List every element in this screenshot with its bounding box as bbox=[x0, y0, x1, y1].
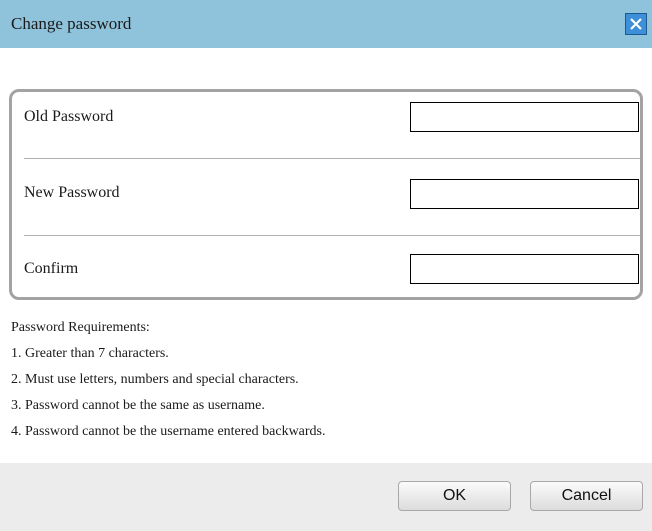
dialog-titlebar: Change password bbox=[0, 0, 652, 48]
row-divider bbox=[24, 235, 640, 236]
close-button[interactable] bbox=[625, 13, 647, 35]
password-form-panel: Old Password New Password Confirm bbox=[9, 89, 643, 300]
requirement-item: 3. Password cannot be the same as userna… bbox=[11, 398, 265, 413]
requirement-item: 4. Password cannot be the username enter… bbox=[11, 424, 326, 439]
cancel-button[interactable]: Cancel bbox=[530, 481, 643, 511]
new-password-input[interactable] bbox=[410, 179, 639, 209]
confirm-password-label: Confirm bbox=[24, 260, 79, 277]
dialog-title: Change password bbox=[11, 14, 132, 33]
requirement-item: 1. Greater than 7 characters. bbox=[11, 346, 169, 361]
requirement-item: 2. Must use letters, numbers and special… bbox=[11, 372, 299, 387]
confirm-password-row: Confirm bbox=[12, 238, 640, 308]
dialog-footer: OK Cancel bbox=[0, 463, 652, 531]
old-password-input[interactable] bbox=[410, 102, 639, 132]
old-password-label: Old Password bbox=[24, 108, 114, 125]
new-password-label: New Password bbox=[24, 184, 120, 201]
password-requirements: Password Requirements: 1. Greater than 7… bbox=[11, 315, 326, 445]
confirm-password-input[interactable] bbox=[410, 254, 639, 284]
ok-button[interactable]: OK bbox=[398, 481, 511, 511]
old-password-row: Old Password bbox=[12, 92, 640, 162]
requirements-heading: Password Requirements: bbox=[11, 320, 150, 335]
new-password-row: New Password bbox=[12, 162, 640, 232]
row-divider bbox=[24, 158, 640, 159]
close-icon bbox=[630, 18, 642, 30]
change-password-dialog: Change password Old Password New Passwor… bbox=[0, 0, 652, 531]
